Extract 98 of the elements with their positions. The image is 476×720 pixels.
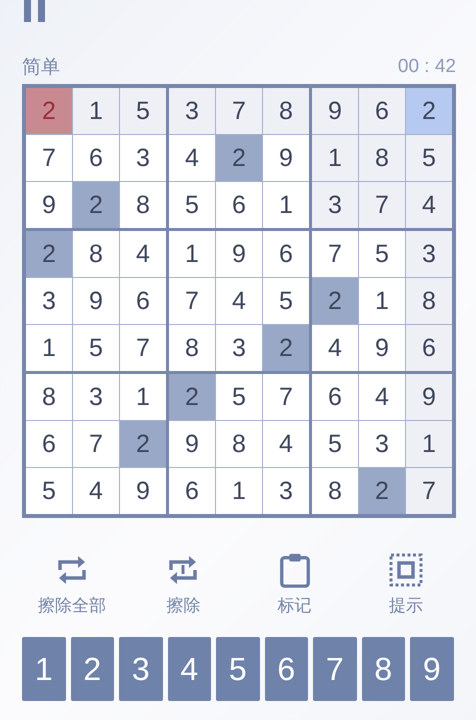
sudoku-cell[interactable]: 2 [312,278,358,324]
sudoku-cell[interactable]: 8 [406,278,452,324]
clipboard-icon [278,552,312,588]
tool-button[interactable]: 擦除全部 [24,552,120,617]
number-key[interactable]: 5 [216,637,260,701]
sudoku-cell[interactable]: 2 [216,135,262,181]
sudoku-cell[interactable]: 5 [73,325,119,371]
sudoku-cell[interactable]: 9 [169,421,215,467]
sudoku-cell[interactable]: 6 [216,182,262,228]
sudoku-cell[interactable]: 2 [359,468,405,514]
number-key[interactable]: 2 [70,637,114,701]
sudoku-cell[interactable]: 5 [312,421,358,467]
sudoku-cell[interactable]: 4 [359,374,405,420]
sudoku-cell[interactable]: 1 [26,325,72,371]
sudoku-cell[interactable]: 6 [26,421,72,467]
sudoku-cell[interactable]: 1 [169,231,215,277]
sudoku-cell[interactable]: 3 [312,182,358,228]
sudoku-cell[interactable]: 4 [73,468,119,514]
sudoku-cell[interactable]: 6 [312,374,358,420]
sudoku-cell[interactable]: 9 [406,374,452,420]
sudoku-cell[interactable]: 4 [120,231,166,277]
sudoku-cell[interactable]: 2 [169,374,215,420]
sudoku-cell[interactable]: 9 [73,278,119,324]
tool-button[interactable]: 擦除 [135,552,232,617]
sudoku-cell[interactable]: 9 [263,135,309,181]
sudoku-cell[interactable]: 2 [26,231,72,277]
sudoku-cell[interactable]: 1 [263,182,309,228]
sudoku-cell[interactable]: 3 [120,135,166,181]
sudoku-cell[interactable]: 3 [359,421,405,467]
sudoku-cell[interactable]: 5 [216,374,262,420]
number-key[interactable]: 8 [362,637,405,701]
number-key[interactable]: 4 [168,637,211,701]
sudoku-cell[interactable]: 8 [312,468,358,514]
sudoku-cell[interactable]: 3 [26,278,72,324]
sudoku-cell[interactable]: 6 [263,231,309,277]
dotted-square-icon [388,552,423,588]
sudoku-cell[interactable]: 9 [216,231,262,277]
sudoku-cell[interactable]: 4 [312,325,358,371]
sudoku-cell[interactable]: 6 [169,468,215,514]
sudoku-cell[interactable]: 8 [120,182,166,228]
sudoku-cell[interactable]: 6 [120,278,166,324]
sudoku-cell[interactable]: 2 [406,88,452,134]
sudoku-cell[interactable]: 8 [263,88,309,134]
sudoku-cell[interactable]: 2 [120,421,166,467]
sudoku-cell[interactable]: 5 [359,231,405,277]
sudoku-cell[interactable]: 5 [26,468,72,514]
sudoku-cell[interactable]: 7 [406,468,452,514]
sudoku-cell[interactable]: 3 [73,374,119,420]
timer: 00 : 42 [398,56,456,78]
sudoku-cell[interactable]: 9 [120,468,166,514]
sudoku-cell[interactable]: 3 [216,325,262,371]
sudoku-cell[interactable]: 7 [359,182,405,228]
sudoku-cell[interactable]: 4 [263,421,309,467]
sudoku-cell[interactable]: 1 [73,88,119,134]
sudoku-cell[interactable]: 7 [73,421,119,467]
tool-button[interactable]: 提示 [358,552,454,617]
sudoku-cell[interactable]: 3 [263,468,309,514]
sudoku-cell[interactable]: 7 [216,88,262,134]
sudoku-cell[interactable]: 9 [359,325,405,371]
sudoku-cell[interactable]: 6 [73,135,119,181]
sudoku-cell[interactable]: 7 [312,231,358,277]
sudoku-cell[interactable]: 5 [263,278,309,324]
sudoku-cell[interactable]: 1 [359,278,405,324]
sudoku-cell[interactable]: 4 [216,278,262,324]
number-key[interactable]: 9 [410,637,454,701]
sudoku-cell[interactable]: 6 [406,325,452,371]
sudoku-cell[interactable]: 8 [26,374,72,420]
sudoku-cell[interactable]: 6 [359,88,405,134]
number-key[interactable]: 6 [264,637,308,701]
pause-icon[interactable] [24,0,46,22]
sudoku-cell[interactable]: 3 [406,231,452,277]
number-key[interactable]: 1 [22,637,66,701]
tool-button[interactable]: 标记 [246,552,343,617]
sudoku-cell[interactable]: 9 [312,88,358,134]
sudoku-cell[interactable]: 8 [169,325,215,371]
sudoku-cell[interactable]: 3 [169,88,215,134]
sudoku-cell[interactable]: 5 [120,88,166,134]
sudoku-cell[interactable]: 9 [26,182,72,228]
sudoku-cell[interactable]: 1 [216,468,262,514]
sudoku-cell[interactable]: 8 [216,421,262,467]
sudoku-cell[interactable]: 5 [169,182,215,228]
sudoku-cell[interactable]: 4 [169,135,215,181]
sudoku-cell[interactable]: 8 [73,231,119,277]
sudoku-cell[interactable]: 4 [406,182,452,228]
sudoku-cell[interactable]: 1 [312,135,358,181]
difficulty-label: 简单 [22,56,60,80]
sudoku-cell[interactable]: 1 [120,374,166,420]
sudoku-cell[interactable]: 7 [169,278,215,324]
sudoku-cell[interactable]: 7 [26,135,72,181]
number-key[interactable]: 7 [313,637,356,701]
sudoku-cell[interactable]: 5 [406,135,452,181]
sudoku-cell[interactable]: 1 [406,421,452,467]
sudoku-cell[interactable]: 7 [120,325,166,371]
sudoku-cell[interactable]: 8 [359,135,405,181]
sudoku-cell[interactable]: 7 [263,374,309,420]
sudoku-cell[interactable]: 2 [73,182,119,228]
sudoku-cell[interactable]: 2 [263,325,309,371]
number-key[interactable]: 3 [119,637,162,701]
